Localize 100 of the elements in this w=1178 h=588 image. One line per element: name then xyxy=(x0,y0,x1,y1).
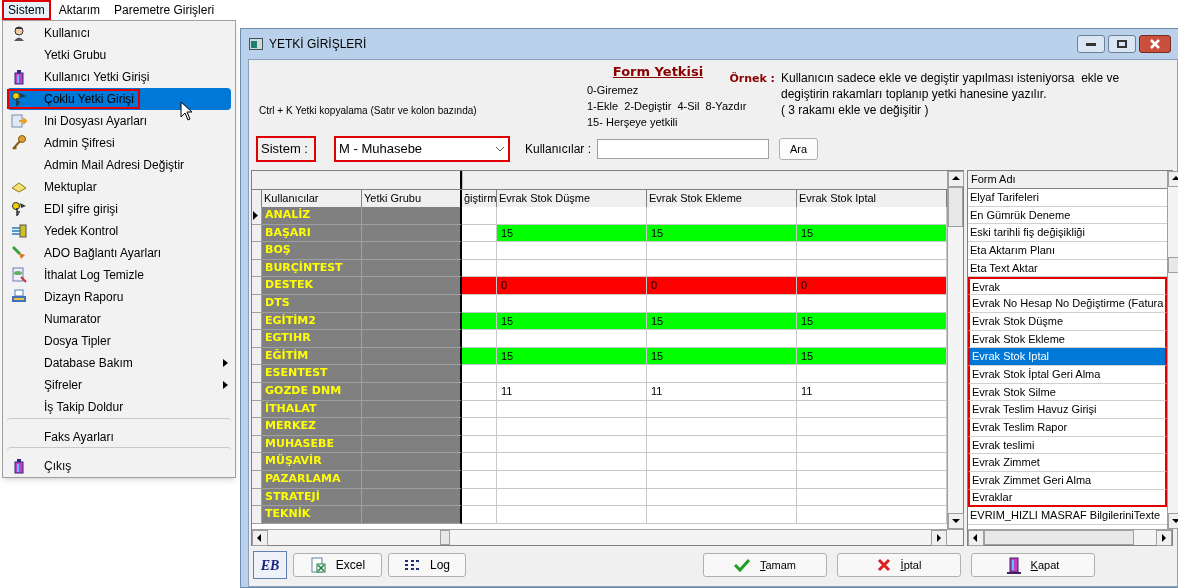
example-line: Kullanıcın sadece ekle ve degiştir yapılması isteniyorsa ekle ve xyxy=(781,70,1121,86)
scroll-right-button[interactable] xyxy=(931,530,947,546)
menu-bar-item[interactable]: Aktarım xyxy=(52,0,107,20)
menu-item-label: Faks Ayarları xyxy=(44,428,114,446)
grid-cell: 0 xyxy=(797,277,947,295)
mouse-pointer-icon xyxy=(180,101,193,121)
users-label: Kullanıcılar : xyxy=(525,141,592,158)
chevron-down-icon xyxy=(495,146,505,152)
menu-item[interactable]: Şifreler xyxy=(7,374,231,396)
spreadsheet-icon xyxy=(309,557,326,573)
plug-icon xyxy=(11,245,27,261)
system-label: Sistem : xyxy=(256,136,316,162)
scroll-left-button[interactable] xyxy=(252,530,268,546)
log-button[interactable]: Log xyxy=(388,553,466,577)
minimize-button[interactable] xyxy=(1077,35,1105,53)
grid-cell xyxy=(462,418,497,436)
menu-item[interactable]: Numarator xyxy=(7,308,231,330)
row-indicator[interactable] xyxy=(252,207,262,225)
scroll-thumb[interactable] xyxy=(984,530,1134,545)
menu-item-label: Admin Şifresi xyxy=(44,135,115,152)
menu-item[interactable]: Faks Ayarları xyxy=(7,418,231,447)
scroll-thumb[interactable] xyxy=(948,187,963,227)
menu-item-label: EDI şifre girişi xyxy=(44,201,118,218)
close-button[interactable] xyxy=(1139,35,1171,53)
window-title: YETKİ GİRİŞLERİ xyxy=(269,36,367,53)
menu-item[interactable]: Database Bakım xyxy=(7,352,231,374)
scroll-up-button[interactable] xyxy=(948,171,964,187)
key-icon xyxy=(11,91,27,107)
menu-item-label: Ini Dosyası Ayarları xyxy=(44,113,148,130)
scroll-down-button[interactable] xyxy=(948,513,964,529)
user-cell: DESTEK xyxy=(262,277,362,295)
excel-button[interactable]: Excel xyxy=(293,553,382,577)
example-line: ( 3 rakamı ekle ve değişitir ) xyxy=(781,102,930,118)
example-label: Örnek : xyxy=(729,71,775,87)
menu-item[interactable]: Yetki Grubu xyxy=(7,44,231,66)
form-list-item[interactable]: Elyaf Tarifeleri xyxy=(968,189,1168,207)
menu-item-label: Mektuplar xyxy=(44,179,97,196)
user-cell: BOŞ xyxy=(262,242,362,260)
form-list-item[interactable]: Evrak Stok Iptal xyxy=(968,348,1168,366)
bottle-icon xyxy=(11,457,27,474)
horizontal-scrollbar[interactable] xyxy=(252,529,963,545)
printer-icon xyxy=(11,289,27,305)
grid-cell xyxy=(462,365,497,383)
menu-item-label: Kullanıcı Yetki Girişi xyxy=(44,69,150,86)
form-list-item[interactable]: Eta Aktarım Planı xyxy=(968,242,1168,260)
menu-item[interactable]: İş Takip Doldur xyxy=(7,396,231,418)
close-dialog-button[interactable]: Kapat xyxy=(971,553,1095,577)
form-list-item[interactable]: Evraklar xyxy=(968,489,1168,508)
menu-bar-item[interactable]: Paremetre Girişleri xyxy=(108,0,221,20)
menu-item-label: Çıkış xyxy=(44,457,72,475)
menu-item[interactable]: Admin Şifresi xyxy=(7,132,231,154)
form-list-item[interactable]: Eta Text Aktar xyxy=(968,259,1168,278)
horizontal-scrollbar[interactable] xyxy=(968,529,1172,545)
form-list-item[interactable]: En Gümrük Deneme xyxy=(968,206,1168,225)
example-line: degiştirin rakamları toplanıp yetki hanesine yazılır. xyxy=(781,86,1048,102)
logo-button[interactable]: EB xyxy=(253,551,287,579)
menu-item[interactable]: Admin Mail Adresi Değiştir xyxy=(7,154,231,176)
menu-item[interactable]: EDI şifre girişi xyxy=(7,198,231,220)
menu-item-label: Numarator xyxy=(44,311,101,328)
menu-item[interactable]: Çıkış xyxy=(7,447,231,476)
menu-item[interactable]: Dizayn Raporu xyxy=(7,286,231,308)
vertical-scrollbar[interactable] xyxy=(947,171,963,529)
menu-item[interactable]: Kullanıcı xyxy=(7,22,231,44)
menu-item[interactable]: Ini Dosyası Ayarları xyxy=(7,110,231,132)
list-icon xyxy=(404,559,420,571)
menu-item[interactable]: Yedek Kontrol xyxy=(7,220,231,242)
person-icon xyxy=(11,25,27,41)
maximize-button[interactable] xyxy=(1108,35,1136,53)
row-pointer-icon xyxy=(252,210,258,220)
cancel-button[interactable]: İptal xyxy=(837,553,961,577)
user-cell: ANALİZ xyxy=(262,207,362,225)
scroll-left-button[interactable] xyxy=(968,530,984,546)
grid-cell: 0 xyxy=(497,277,647,295)
legend-line: 15- Herşeye yetkili xyxy=(587,114,678,130)
legend-title: Form Yetkisi xyxy=(612,63,704,81)
user-cell: MERKEZ xyxy=(262,418,362,436)
user-cell: TEKNİK xyxy=(262,506,362,524)
menu-item[interactable]: Mektuplar xyxy=(7,176,231,198)
server-icon xyxy=(11,223,27,239)
menu-bar-item[interactable]: Sistem xyxy=(2,0,51,20)
scroll-thumb[interactable] xyxy=(440,530,450,545)
menu-item[interactable]: Dosya Tipler xyxy=(7,330,231,352)
cross-icon xyxy=(876,558,891,572)
ok-button[interactable]: Tamam xyxy=(703,553,827,577)
menu-item-label: Şifreler xyxy=(44,377,82,394)
menu-item[interactable]: ADO Bağlantı Ayarları xyxy=(7,242,231,264)
column-header[interactable]: Form Adı xyxy=(968,171,1168,189)
scroll-right-button[interactable] xyxy=(1156,530,1172,546)
form-list-item[interactable]: EVRIM_HIZLI MASRAF BilgileriniTexte xyxy=(968,507,1168,526)
form-list-item[interactable]: Eski tarihli fiş değişikliği xyxy=(968,224,1168,243)
users-search-field[interactable] xyxy=(597,139,770,159)
menu-item[interactable]: İthalat Log Temizle xyxy=(7,264,231,286)
system-dropdown[interactable]: M - Muhasebe xyxy=(334,136,510,162)
menu-item[interactable]: Kullanıcı Yetki Girişi xyxy=(7,66,231,88)
form-list-item[interactable]: Evrak xyxy=(968,277,1168,296)
search-button[interactable]: Ara xyxy=(779,138,819,160)
menu-item[interactable]: Çoklu Yetki Girişi xyxy=(7,88,231,110)
document-icon xyxy=(11,267,27,283)
menu-item-label: ADO Bağlantı Ayarları xyxy=(44,245,162,262)
submenu-arrow-icon xyxy=(223,381,228,389)
